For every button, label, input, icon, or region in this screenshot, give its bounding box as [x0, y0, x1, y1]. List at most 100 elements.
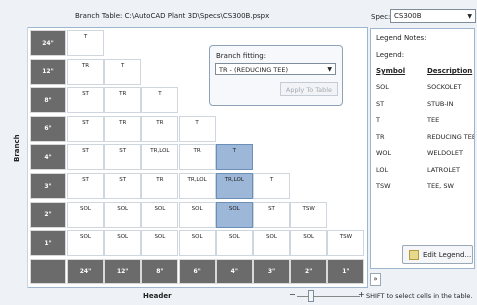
legend-notes-label: Legend Notes:: [376, 34, 427, 42]
legend-description: SOCKOLET: [427, 83, 462, 91]
table-cell[interactable]: TSW: [290, 201, 328, 228]
branch-fitting-label: Branch fitting:: [216, 52, 266, 60]
expand-button[interactable]: »: [370, 273, 381, 286]
table-cell[interactable]: SOL: [178, 230, 216, 257]
table-cell[interactable]: ST: [67, 87, 104, 114]
edit-legend-icon: [409, 250, 419, 260]
legend-symbol: TSW: [376, 182, 391, 190]
chevron-down-icon: ▼: [327, 66, 332, 73]
row-header[interactable]: 8": [30, 87, 66, 114]
table-cell[interactable]: T: [141, 87, 179, 114]
table-cell[interactable]: TR,LOL: [141, 144, 179, 171]
legend-row: TR REDUCING TEE: [376, 133, 474, 145]
table-cell[interactable]: ST: [67, 173, 104, 199]
column-header[interactable]: 2": [290, 259, 328, 284]
table-cell[interactable]: TR: [141, 173, 179, 199]
table-cell[interactable]: T: [178, 115, 216, 142]
row-header[interactable]: 4": [30, 144, 66, 171]
table-cell[interactable]: TR,LOL: [215, 173, 253, 199]
column-header[interactable]: 4": [215, 259, 253, 284]
symbol-header: Symbol: [376, 67, 406, 75]
description-header: Description: [427, 67, 473, 75]
table-cell[interactable]: ST: [104, 173, 142, 199]
legend-panel: Legend Notes: Legend: Symbol Description…: [370, 28, 475, 269]
legend-row: T TEE: [376, 116, 474, 128]
legend-description: WELDOLET: [427, 149, 463, 157]
table-cell[interactable]: TR: [104, 87, 142, 114]
spec-label: Spec:: [371, 13, 391, 21]
legend-description: REDUCING TEE: [427, 132, 474, 141]
table-cell[interactable]: SOL: [215, 201, 253, 228]
column-header[interactable]: 3": [253, 259, 290, 284]
table-cell[interactable]: SOL: [67, 201, 104, 228]
branch-fitting-panel: Branch fitting: TR - (REDUCING TEE) ▼ Ap…: [209, 45, 343, 106]
table-cell[interactable]: SOL: [67, 230, 104, 257]
table-cell[interactable]: ST: [67, 144, 104, 171]
table-cell[interactable]: TR: [178, 144, 216, 171]
table-cell[interactable]: TR: [141, 115, 179, 142]
table-cell[interactable]: TR: [104, 115, 142, 142]
branch-fitting-dropdown[interactable]: TR - (REDUCING TEE) ▼: [215, 63, 336, 75]
legend-description: TEE: [427, 116, 440, 124]
legend-symbol: WOL: [376, 149, 392, 157]
column-header[interactable]: 8": [141, 259, 179, 284]
legend-symbol: ST: [376, 99, 385, 108]
window-title: Branch Table: C:\AutoCAD Plant 3D\Specs\…: [75, 12, 270, 20]
column-header[interactable]: 6": [178, 259, 216, 284]
table-cell[interactable]: T: [104, 58, 142, 85]
table-cell[interactable]: TR: [67, 58, 104, 85]
row-header[interactable]: 24": [30, 30, 66, 56]
zoom-slider-thumb[interactable]: [308, 290, 314, 302]
legend-symbol: T: [376, 116, 380, 124]
table-cell[interactable]: ST: [253, 201, 290, 228]
table-cell[interactable]: SOL: [141, 201, 179, 228]
zoom-slider-track[interactable]: [297, 296, 360, 297]
edit-legend-label: Edit Legend...: [423, 250, 472, 259]
table-cell[interactable]: TR,LOL: [178, 173, 216, 199]
table-cell[interactable]: SOL: [141, 230, 179, 257]
row-header[interactable]: 1": [30, 230, 66, 257]
legend-description: LATROLET: [427, 165, 461, 174]
branch-axis-label: Branch: [13, 134, 21, 162]
table-cell[interactable]: T: [67, 30, 104, 56]
legend-row: SOL SOCKOLET: [376, 83, 474, 95]
table-cell[interactable]: SOL: [290, 230, 328, 257]
legend-symbol: LOL: [376, 165, 389, 174]
table-cell[interactable]: SOL: [253, 230, 290, 257]
legend-description: TEE, SW: [427, 182, 454, 190]
legend-row: LOL LATROLET: [376, 166, 474, 178]
table-cell[interactable]: TSW: [327, 230, 365, 257]
zoom-minus-icon[interactable]: −: [289, 290, 296, 299]
column-header[interactable]: 12": [104, 259, 142, 284]
legend-symbol: TR: [376, 132, 385, 141]
column-header[interactable]: 1": [327, 259, 365, 284]
row-header[interactable]: 2": [30, 201, 66, 228]
table-cell[interactable]: ST: [67, 115, 104, 142]
branch-fitting-value: TR - (REDUCING TEE): [219, 66, 289, 74]
column-header[interactable]: 24": [67, 259, 104, 284]
table-cell[interactable]: ST: [104, 144, 142, 171]
status-text: SHIFT to select cells in the table.: [366, 292, 473, 300]
grid-corner: [30, 259, 66, 284]
legend-row: ST STUB-IN: [376, 100, 474, 112]
table-cell[interactable]: SOL: [104, 230, 142, 257]
spec-value: CS300B: [394, 12, 422, 20]
table-cell[interactable]: T: [253, 173, 290, 199]
table-cell[interactable]: T: [215, 144, 253, 171]
chevron-down-icon: ▼: [467, 13, 472, 20]
edit-legend-button[interactable]: Edit Legend...: [402, 245, 473, 264]
row-header[interactable]: 6": [30, 115, 66, 142]
branch-table-window: Branch Table: C:\AutoCAD Plant 3D\Specs\…: [0, 0, 477, 305]
legend-symbol: SOL: [376, 83, 389, 91]
table-cell[interactable]: SOL: [104, 201, 142, 228]
zoom-plus-icon[interactable]: +: [358, 290, 365, 299]
legend-row: WOL WELDOLET: [376, 149, 474, 161]
table-cell[interactable]: SOL: [178, 201, 216, 228]
apply-to-table-button[interactable]: Apply To Table: [280, 82, 338, 96]
legend-description: STUB-IN: [427, 99, 454, 108]
row-header[interactable]: 12": [30, 58, 66, 85]
legend-row: TSW TEE, SW: [376, 182, 474, 194]
table-cell[interactable]: SOL: [215, 230, 253, 257]
spec-dropdown[interactable]: CS300B ▼: [390, 9, 476, 23]
row-header[interactable]: 3": [30, 173, 66, 199]
